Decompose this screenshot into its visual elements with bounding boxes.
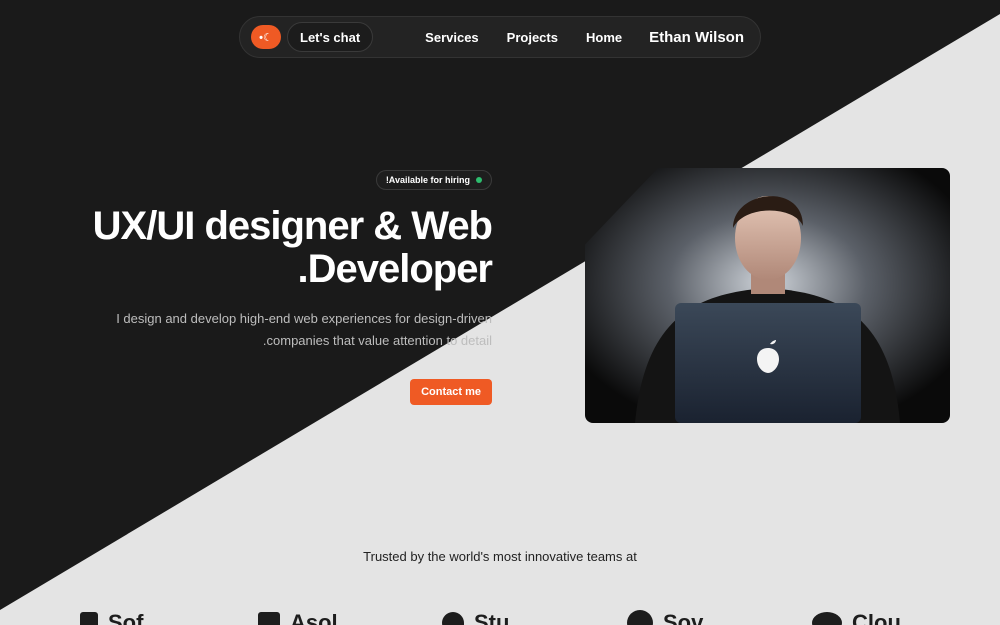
hero-subtitle-line-1: I design and develop high-end web experi… xyxy=(116,311,492,326)
client-logos-row: Sof Asol Stu Sov Clou xyxy=(0,610,1000,625)
nav-link-services[interactable]: Services xyxy=(425,30,479,45)
client-logo: Asol xyxy=(258,610,338,625)
client-logo-mark-icon xyxy=(812,612,842,625)
availability-label: !Available for hiring xyxy=(385,175,470,185)
hero-title-line-1: UX/UI designer & Web xyxy=(92,204,493,248)
client-logo: Sof xyxy=(80,610,143,625)
nav-links: Services Projects Home xyxy=(425,30,622,45)
client-logo-name: Stu xyxy=(474,610,510,625)
hero-portrait-image xyxy=(585,168,950,423)
lets-chat-button[interactable]: Let's chat xyxy=(287,22,374,52)
client-logo-mark-icon xyxy=(627,610,653,625)
hero-subtitle: I design and develop high-end web experi… xyxy=(72,308,492,352)
top-navbar: •☾ Let's chat Services Projects Home Eth… xyxy=(239,16,761,58)
client-logo-name: Asol xyxy=(290,610,338,625)
nav-link-home[interactable]: Home xyxy=(586,30,622,45)
client-logo: Clou xyxy=(812,610,901,625)
portrait-illustration xyxy=(585,168,950,423)
status-dot-icon xyxy=(476,177,482,183)
client-logo-name: Sof xyxy=(108,610,144,625)
client-logo-mark-icon xyxy=(442,612,464,625)
client-logo-mark-icon xyxy=(80,612,98,625)
nav-link-projects[interactable]: Projects xyxy=(507,30,558,45)
brand-name[interactable]: Ethan Wilson xyxy=(649,29,744,46)
client-logo: Sov xyxy=(627,610,703,625)
contact-me-button[interactable]: Contact me xyxy=(410,379,492,405)
client-logo-name: Sov xyxy=(663,610,704,625)
client-logo-name: Clou xyxy=(852,610,901,625)
hero-subtitle-line-2: .companies that value attention to detai… xyxy=(262,333,492,348)
trusted-heading: Trusted by the world's most innovative t… xyxy=(363,549,637,564)
client-logo: Stu xyxy=(442,610,509,625)
client-logo-mark-icon xyxy=(258,612,280,625)
availability-badge: !Available for hiring xyxy=(375,170,492,190)
hero-title: UX/UI designer & Web .Developer xyxy=(32,204,493,291)
logo-icon[interactable]: •☾ xyxy=(251,25,281,49)
hero-title-line-2: .Developer xyxy=(297,247,493,291)
